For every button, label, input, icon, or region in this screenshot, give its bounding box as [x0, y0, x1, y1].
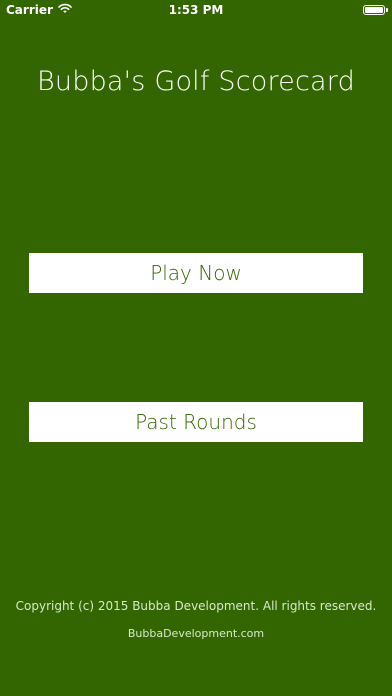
battery-icon [363, 5, 385, 15]
past-rounds-button[interactable]: Past Rounds [29, 402, 363, 442]
status-time: 1:53 PM [168, 3, 224, 17]
status-bar: Carrier 1:53 PM [0, 0, 392, 22]
play-now-button[interactable]: Play Now [29, 253, 363, 293]
copyright-text: Copyright (c) 2015 Bubba Development. Al… [15, 599, 377, 613]
battery-cap [386, 8, 388, 12]
app-title: Bubba's Golf Scorecard [37, 66, 355, 97]
website-link[interactable]: BubbaDevelopment.com [0, 627, 392, 640]
